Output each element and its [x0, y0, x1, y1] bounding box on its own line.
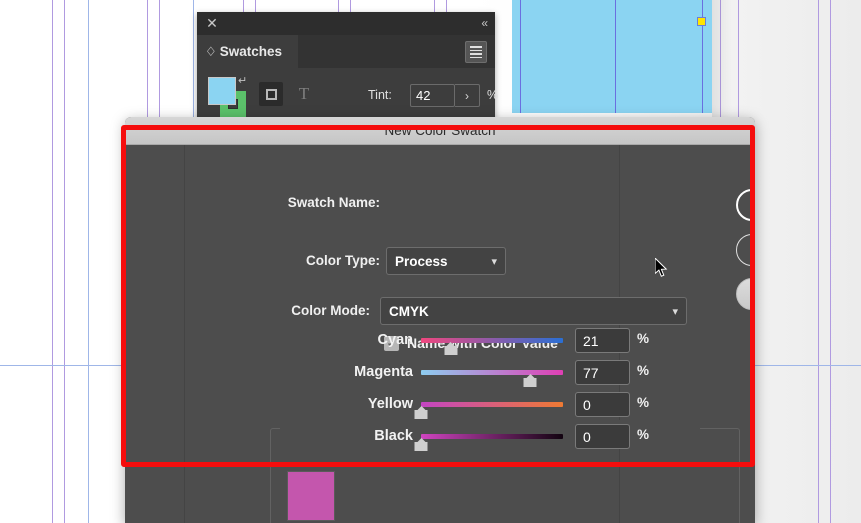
- slider-track-yellow[interactable]: [421, 402, 563, 407]
- color-mode-label: Color Mode:: [291, 303, 370, 318]
- tint-label: Tint:: [368, 88, 392, 102]
- slider-label-magenta: Magenta: [354, 364, 413, 380]
- cancel-button[interactable]: Cancel: [736, 234, 755, 266]
- slider-percent-magenta: %: [637, 363, 650, 378]
- color-preview-swatch: [287, 471, 335, 521]
- chevron-down-icon[interactable]: ▾: [672, 305, 678, 318]
- color-mode-value: CMYK: [389, 303, 429, 319]
- vertical-guide: [830, 0, 831, 523]
- slider-input-black[interactable]: 0: [575, 424, 630, 449]
- column-guide: [615, 0, 616, 113]
- collapse-chevrons-icon[interactable]: «: [481, 15, 488, 31]
- close-icon[interactable]: ✕: [205, 16, 219, 30]
- apply-to-frame-icon[interactable]: [259, 82, 283, 106]
- color-type-label: Color Type:: [306, 253, 380, 268]
- slider-label-black: Black: [374, 428, 413, 444]
- slider-input-yellow[interactable]: 0: [575, 392, 630, 417]
- panel-tab-row: ◇ Swatches: [197, 35, 495, 68]
- slider-percent-black: %: [637, 427, 650, 442]
- slider-label-yellow: Yellow: [367, 396, 413, 412]
- mouse-pointer-icon: [654, 256, 669, 278]
- dialog-title: New Color Swatch: [384, 123, 496, 138]
- slider-track-cyan[interactable]: [421, 338, 563, 343]
- panel-body: ↵ T Tint: 42 › %: [197, 68, 499, 124]
- slider-row-yellow: Yellow 0%: [125, 392, 755, 424]
- vertical-guide: [64, 0, 65, 523]
- selection-anchor-handle[interactable]: [697, 17, 706, 26]
- dialog-titlebar[interactable]: New Color Swatch: [125, 117, 755, 145]
- slider-thumb-black[interactable]: [414, 438, 428, 451]
- slider-thumb-magenta[interactable]: [523, 374, 537, 387]
- slider-percent-yellow: %: [637, 395, 650, 410]
- color-type-value: Process: [395, 253, 448, 269]
- fill-swatch[interactable]: [208, 77, 236, 105]
- tab-swatches[interactable]: ◇ Swatches: [197, 35, 298, 68]
- slider-label-cyan: Cyan: [377, 332, 413, 348]
- slider-input-magenta[interactable]: 77: [575, 360, 630, 385]
- swatch-name-label: Swatch Name:: [287, 195, 380, 210]
- tint-percent-label: %: [487, 88, 499, 102]
- slider-row-black: Black 0%: [125, 424, 755, 456]
- tab-swatches-label: Swatches: [219, 44, 282, 59]
- swatches-panel[interactable]: ✕ « ◇ Swatches ↵ T Tint: 42 › %: [197, 12, 499, 124]
- slider-track-magenta[interactable]: [421, 370, 563, 375]
- diamond-expander-icon[interactable]: ◇: [207, 45, 215, 59]
- dialog-body: Swatch Name: ✓ Name with Color Value Col…: [125, 145, 755, 523]
- artwork-rectangle[interactable]: [512, 0, 712, 113]
- new-color-swatch-dialog[interactable]: New Color Swatch Swatch Name: ✓ Name wit…: [125, 117, 755, 523]
- chevron-down-icon[interactable]: ▾: [491, 255, 497, 268]
- panel-menu-icon[interactable]: [465, 41, 487, 63]
- color-type-select[interactable]: Process ▾: [386, 247, 506, 275]
- apply-to-text-icon[interactable]: T: [292, 82, 316, 106]
- panel-titlebar[interactable]: ✕ «: [197, 12, 495, 35]
- tint-input[interactable]: 42: [410, 84, 455, 107]
- vertical-guide: [818, 0, 819, 523]
- slider-row-magenta: Magenta 77%: [125, 360, 755, 392]
- vertical-guide: [52, 0, 53, 523]
- column-guide: [520, 0, 521, 113]
- slider-track-black[interactable]: [421, 434, 563, 439]
- screen: ✕ « ◇ Swatches ↵ T Tint: 42 › % New Colo…: [0, 0, 861, 523]
- ok-button[interactable]: OK: [736, 189, 755, 221]
- slider-row-cyan: Cyan 21%: [125, 328, 755, 360]
- swap-fill-stroke-icon[interactable]: ↵: [238, 74, 247, 87]
- slider-thumb-yellow[interactable]: [414, 406, 428, 419]
- slider-thumb-cyan[interactable]: [444, 342, 458, 355]
- chevron-right-icon[interactable]: ›: [455, 84, 480, 107]
- color-mode-select[interactable]: CMYK ▾: [380, 297, 687, 325]
- add-button[interactable]: Add: [736, 278, 755, 310]
- margin-guide: [88, 0, 89, 523]
- slider-percent-cyan: %: [637, 331, 650, 346]
- fill-stroke-control[interactable]: ↵: [207, 74, 251, 118]
- slider-input-cyan[interactable]: 21: [575, 328, 630, 353]
